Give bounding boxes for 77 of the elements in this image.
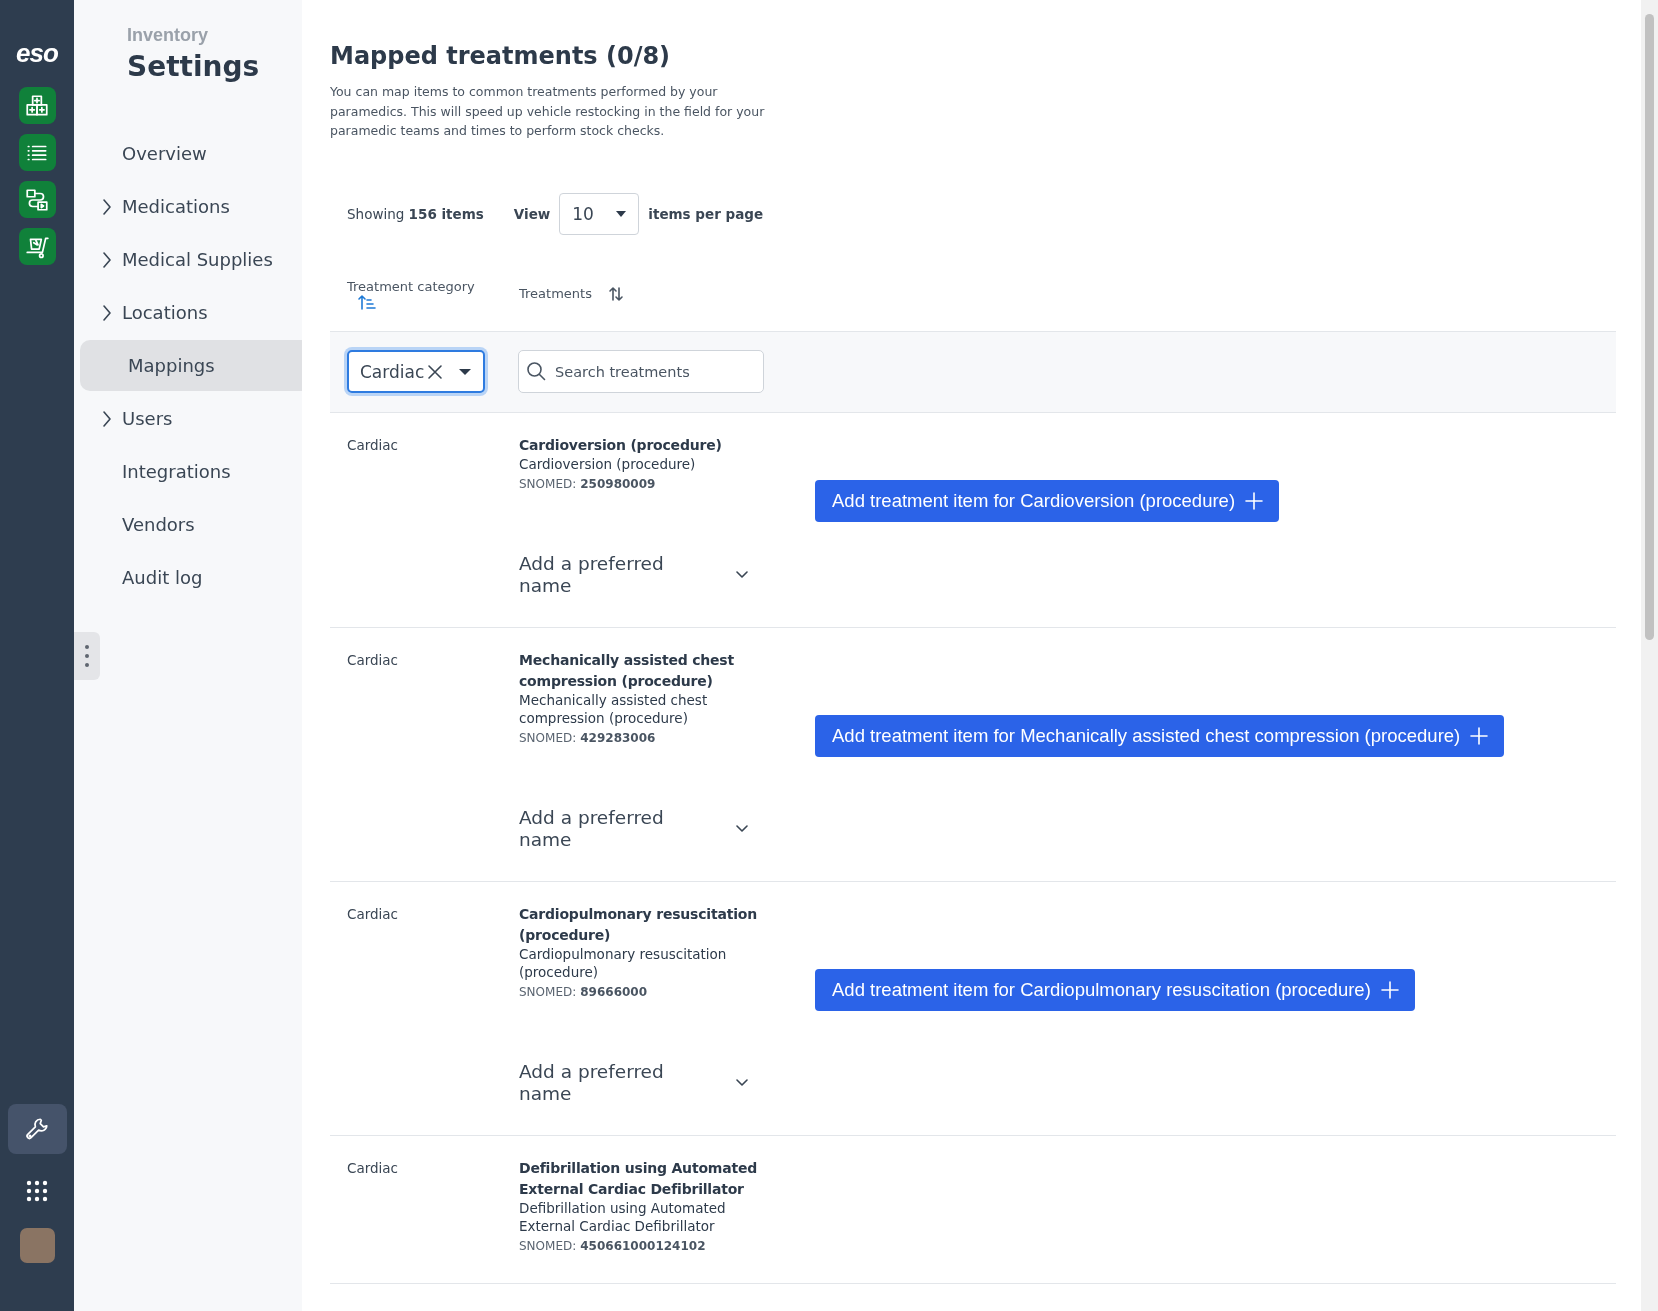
preferred-name-dropdown[interactable]: Add a preferred name bbox=[519, 553, 759, 597]
sidebar-item[interactable]: Medications bbox=[80, 181, 302, 232]
chevron-icon bbox=[735, 825, 749, 833]
snomed-code: 429283006 bbox=[580, 731, 656, 745]
snomed-code: 250980009 bbox=[580, 477, 656, 491]
list-button[interactable] bbox=[18, 134, 56, 171]
search-field[interactable]: Search treatments bbox=[518, 350, 764, 393]
plus-icon bbox=[1245, 491, 1264, 510]
table-cell-text: Cardiac bbox=[347, 905, 400, 924]
cart-button[interactable] bbox=[18, 228, 56, 265]
sidebar-item[interactable]: Locations bbox=[80, 287, 302, 338]
sidebar-item[interactable]: Overview bbox=[80, 128, 302, 179]
snomed-label: SNOMED: bbox=[519, 477, 577, 491]
sidebar-item[interactable]: Medical Supplies bbox=[80, 234, 302, 285]
table-cell-text: Cardiac bbox=[347, 435, 400, 455]
sidebar-item[interactable]: Vendors bbox=[80, 499, 302, 550]
table-cell-text: Cardiac bbox=[347, 1159, 400, 1178]
treatment-name: Cardiopulmonary resuscitation (procedure) bbox=[519, 905, 758, 945]
caret-icon bbox=[616, 210, 627, 217]
add-treatment-button[interactable]: Add treatment item for Cardioversion (procedure) bbox=[815, 479, 1280, 522]
sidebar-item[interactable]: Integrations bbox=[80, 446, 302, 497]
chevron-icon bbox=[102, 250, 112, 269]
treatment-description: Defibrillation using Automated External Cardiac Defibrillator bbox=[519, 1200, 727, 1235]
snomed-code: 89666000 bbox=[580, 985, 648, 999]
sort-icon[interactable] bbox=[607, 285, 624, 302]
clear-icon[interactable] bbox=[427, 363, 443, 380]
preferred-name-dropdown[interactable]: Add a preferred name bbox=[519, 807, 759, 851]
treatment-description: Mechanically assisted chest compression (procedure) bbox=[519, 692, 709, 727]
treatment-description: Cardiopulmonary resuscitation (procedure) bbox=[519, 946, 728, 981]
add-treatment-button[interactable]: Add treatment item for Mechanically assisted chest compression (procedure) bbox=[815, 714, 1505, 757]
table-cell-text: Cardiac bbox=[347, 651, 400, 670]
boxes-button[interactable] bbox=[18, 87, 56, 124]
snomed-label: SNOMED: bbox=[519, 1239, 577, 1253]
flow-icon bbox=[24, 186, 50, 213]
page-title: Mapped treatments (0/8) bbox=[330, 42, 672, 70]
sidebar-item[interactable]: Audit log bbox=[80, 552, 302, 603]
scrollbar-thumb[interactable] bbox=[1645, 14, 1654, 640]
sidebar-item[interactable]: Users bbox=[80, 393, 302, 444]
sidebar-title: Settings bbox=[127, 50, 261, 83]
chevron-icon bbox=[102, 409, 112, 428]
snomed-label: SNOMED: bbox=[519, 731, 577, 745]
chevron-icon bbox=[735, 1079, 749, 1087]
plus-icon bbox=[1380, 980, 1399, 999]
scrollbar[interactable] bbox=[1641, 0, 1658, 1311]
per-page-select[interactable]: 10 bbox=[559, 192, 640, 235]
treatment-description: Cardioversion (procedure) bbox=[519, 455, 697, 473]
wrench-icon bbox=[24, 1116, 50, 1142]
add-treatment-button[interactable]: Add treatment item for Cardiopulmonary resuscitation (procedure) bbox=[815, 968, 1415, 1011]
category-select[interactable]: Cardiac bbox=[347, 350, 485, 393]
treatment-name: Mechanically assisted chest compression (procedure) bbox=[519, 651, 735, 691]
sidebar-item[interactable]: Mappings bbox=[80, 340, 302, 391]
snomed-code: 450661000124102 bbox=[580, 1239, 706, 1253]
chevron-icon bbox=[102, 303, 112, 322]
column-header[interactable]: Treatments bbox=[519, 286, 592, 301]
description: You can map items to common treatments performed by your paramedics. This will speed up vehicle restocking in the field for your paramedic teams and times to perform stock checks. bbox=[330, 83, 766, 140]
wrench-button[interactable] bbox=[7, 1104, 67, 1154]
view-label: View bbox=[513, 205, 551, 222]
search-icon bbox=[526, 361, 546, 381]
logo: eso bbox=[16, 38, 58, 69]
chevron-icon bbox=[102, 197, 112, 216]
treatment-name: Cardioversion (procedure) bbox=[519, 435, 723, 455]
preferred-name-dropdown[interactable]: Add a preferred name bbox=[519, 1061, 759, 1105]
column-header[interactable]: Treatment category bbox=[347, 278, 475, 294]
item-count: Showing 156 items bbox=[347, 205, 484, 222]
plus-icon bbox=[1470, 726, 1489, 745]
caret-icon bbox=[459, 368, 471, 375]
apps-grid-icon bbox=[25, 1179, 49, 1203]
boxes-icon bbox=[24, 92, 50, 119]
section-label: Inventory bbox=[127, 25, 210, 46]
chevron-icon bbox=[735, 571, 749, 579]
per-page-label: items per page bbox=[648, 205, 764, 222]
collapse-handle[interactable] bbox=[74, 632, 100, 680]
flow-button[interactable] bbox=[18, 181, 56, 218]
treatment-name: Defibrillation using Automated External Cardiac Defibrillator bbox=[519, 1159, 759, 1199]
snomed-label: SNOMED: bbox=[519, 985, 577, 999]
sort-ascending-icon[interactable] bbox=[357, 293, 377, 310]
avatar[interactable] bbox=[19, 1228, 55, 1263]
